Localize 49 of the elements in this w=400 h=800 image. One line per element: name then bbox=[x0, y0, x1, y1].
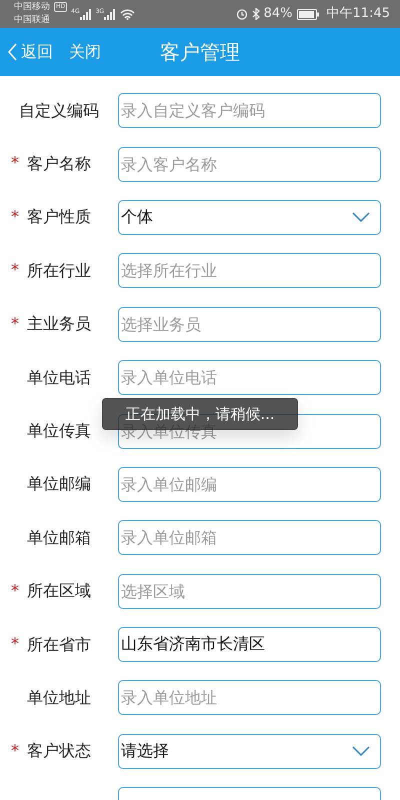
required-asterisk: * bbox=[11, 580, 19, 602]
required-asterisk: * bbox=[11, 312, 19, 335]
field-label: 客户状态 bbox=[27, 740, 91, 762]
input-field[interactable]: 山东省济南市长清区 bbox=[118, 627, 381, 662]
field-label: 自定义编码 bbox=[19, 100, 99, 122]
field-label: 单位邮编 bbox=[27, 473, 91, 496]
chevron-down-icon bbox=[352, 212, 370, 222]
input-field[interactable]: 录入客户名称 bbox=[118, 146, 381, 182]
page-title: 客户管理 bbox=[159, 39, 241, 66]
input-field[interactable]: 录入单位邮编 bbox=[118, 466, 381, 502]
bluetooth-icon bbox=[252, 8, 260, 20]
field-label: 单位邮箱 bbox=[27, 526, 91, 549]
input-field[interactable]: 录入单位地址 bbox=[118, 680, 381, 716]
input-field[interactable]: 选择区域 bbox=[118, 574, 381, 609]
loading-toast: 正在加载中，请稍候... bbox=[102, 398, 298, 430]
select-field[interactable]: 请选择 bbox=[118, 734, 381, 769]
select-value: 个体 bbox=[121, 206, 153, 228]
back-chevron-icon bbox=[8, 43, 17, 61]
required-asterisk: * bbox=[11, 206, 19, 228]
carrier-name: 中国移动 bbox=[14, 0, 50, 14]
signal-icon bbox=[80, 8, 92, 20]
field-label: 客户名称 bbox=[27, 153, 91, 176]
clock: 中午11:45 bbox=[326, 5, 390, 24]
select-field[interactable]: 个体 bbox=[118, 200, 381, 235]
wifi-icon bbox=[120, 8, 136, 20]
field-label: 所在区域 bbox=[27, 580, 91, 602]
select-value: 请选择 bbox=[121, 740, 169, 762]
field-label: 所在省市 bbox=[27, 634, 91, 656]
signal-icon bbox=[104, 8, 116, 20]
input-field[interactable]: 录入单位电话 bbox=[118, 360, 381, 396]
alarm-icon bbox=[236, 8, 248, 20]
required-asterisk: * bbox=[11, 152, 19, 174]
field-label: 主业务员 bbox=[27, 313, 91, 336]
field-label: 单位地址 bbox=[27, 686, 91, 709]
input-field[interactable]: 选择所在行业 bbox=[118, 253, 381, 288]
required-asterisk: * bbox=[11, 632, 19, 655]
required-asterisk: * bbox=[11, 740, 19, 762]
field-label: 单位电话 bbox=[27, 366, 91, 389]
input-field[interactable]: 录入自定义客户编码 bbox=[118, 93, 381, 128]
battery-icon bbox=[296, 8, 319, 20]
field-label: 单位传真 bbox=[27, 420, 91, 442]
required-asterisk: * bbox=[11, 259, 19, 282]
carrier-name: 中国联通 bbox=[14, 14, 51, 27]
battery-percent: 84% bbox=[264, 5, 293, 24]
field-label: 所在行业 bbox=[27, 260, 91, 282]
field-label: 客户性质 bbox=[27, 206, 91, 228]
chevron-down-icon bbox=[352, 746, 370, 756]
input-field[interactable]: 选择业务员 bbox=[118, 306, 381, 342]
input-field[interactable]: 录入单位邮箱 bbox=[118, 520, 381, 556]
